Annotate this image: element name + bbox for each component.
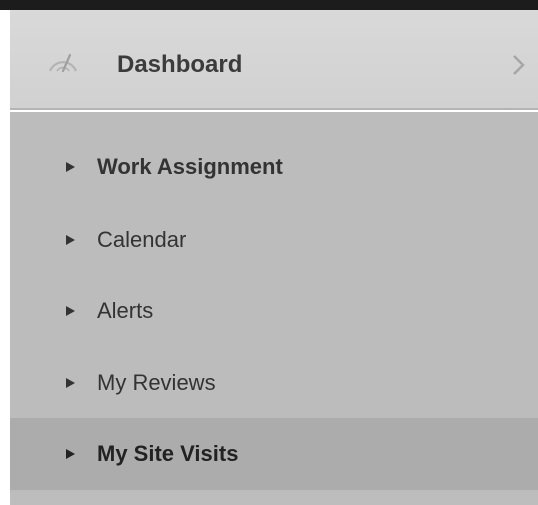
chevron-right-icon [513,55,525,75]
dashboard-menu-header[interactable]: Dashboard [10,10,538,110]
menu-item-my-site-visits[interactable]: My Site Visits [10,418,538,490]
menu-item-label: Work Assignment [97,154,283,179]
dashboard-submenu: Work Assignment Calendar Alerts My Revie… [10,112,538,492]
triangle-right-icon [66,306,75,316]
menu-item-label: My Reviews [97,370,216,395]
menu-item-work-assignment[interactable]: Work Assignment [10,131,538,203]
menu-item-my-reviews[interactable]: My Reviews [10,347,538,419]
submenu-bottom-strip [10,492,538,505]
triangle-right-icon [66,449,75,459]
side-navigation: Dashboard Work Assignment Calendar Alert… [0,0,538,505]
triangle-right-icon [66,162,75,172]
menu-item-label: Calendar [97,227,187,252]
triangle-right-icon [66,235,75,245]
speedometer-icon [48,53,78,73]
triangle-right-icon [66,378,75,388]
dashboard-title: Dashboard [117,51,243,78]
menu-item-calendar[interactable]: Calendar [10,204,538,276]
menu-item-alerts[interactable]: Alerts [10,275,538,347]
menu-item-label: Alerts [97,298,154,323]
menu-item-label: My Site Visits [97,441,239,466]
top-border [0,0,538,10]
